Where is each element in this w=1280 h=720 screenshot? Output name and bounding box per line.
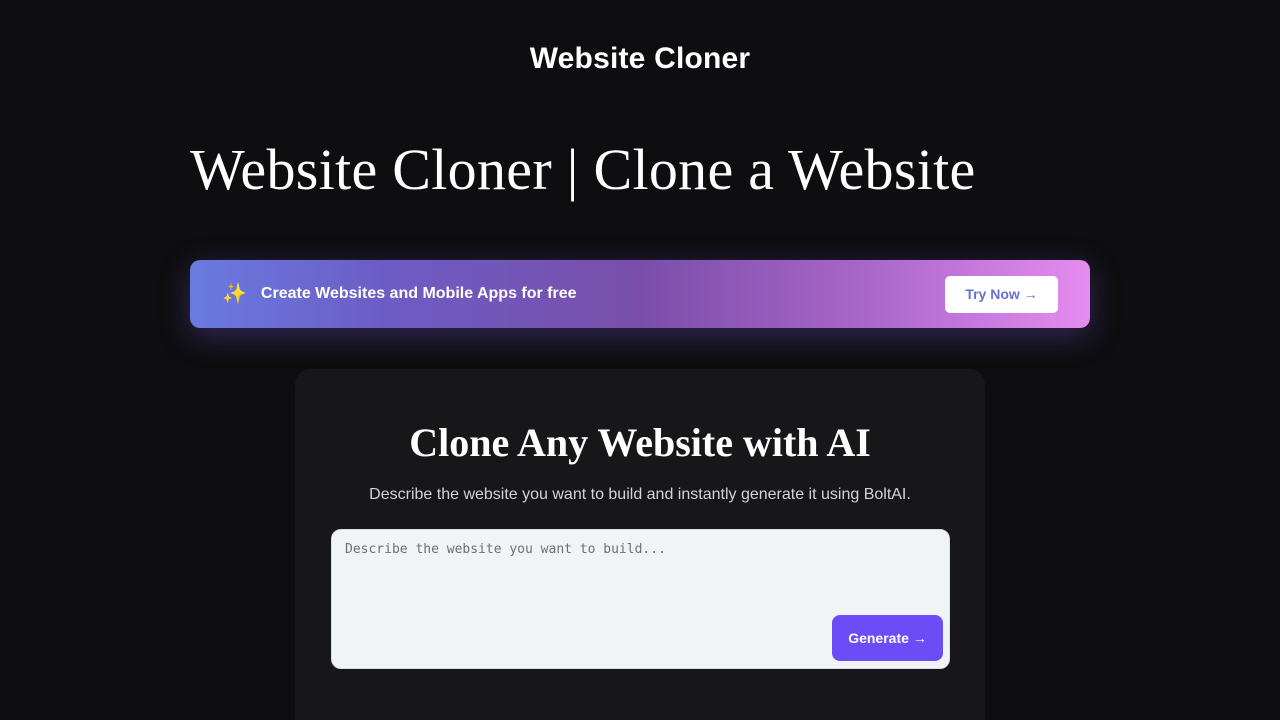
try-now-button[interactable]: Try Now → — [945, 275, 1058, 313]
promo-text: Create Websites and Mobile Apps for free — [260, 285, 577, 302]
website-description-input[interactable] — [345, 542, 825, 652]
generate-button[interactable]: Generate → — [832, 615, 943, 661]
sparkle-icon: ✨ — [222, 283, 247, 305]
site-title: Website Cloner — [529, 42, 751, 75]
promo-banner[interactable]: ✨ Create Websites and Mobile Apps for fr… — [190, 260, 1090, 328]
card-title: Clone Any Website with AI — [409, 420, 871, 465]
page: Website Cloner Website Cloner | Clone a … — [0, 0, 1280, 720]
hero-title: Website Cloner | Clone a Website — [190, 137, 976, 202]
clone-card: Clone Any Website with AI Describe the w… — [295, 369, 985, 720]
prompt-box: Generate → — [331, 529, 950, 669]
card-subtitle: Describe the website you want to build a… — [369, 486, 911, 503]
